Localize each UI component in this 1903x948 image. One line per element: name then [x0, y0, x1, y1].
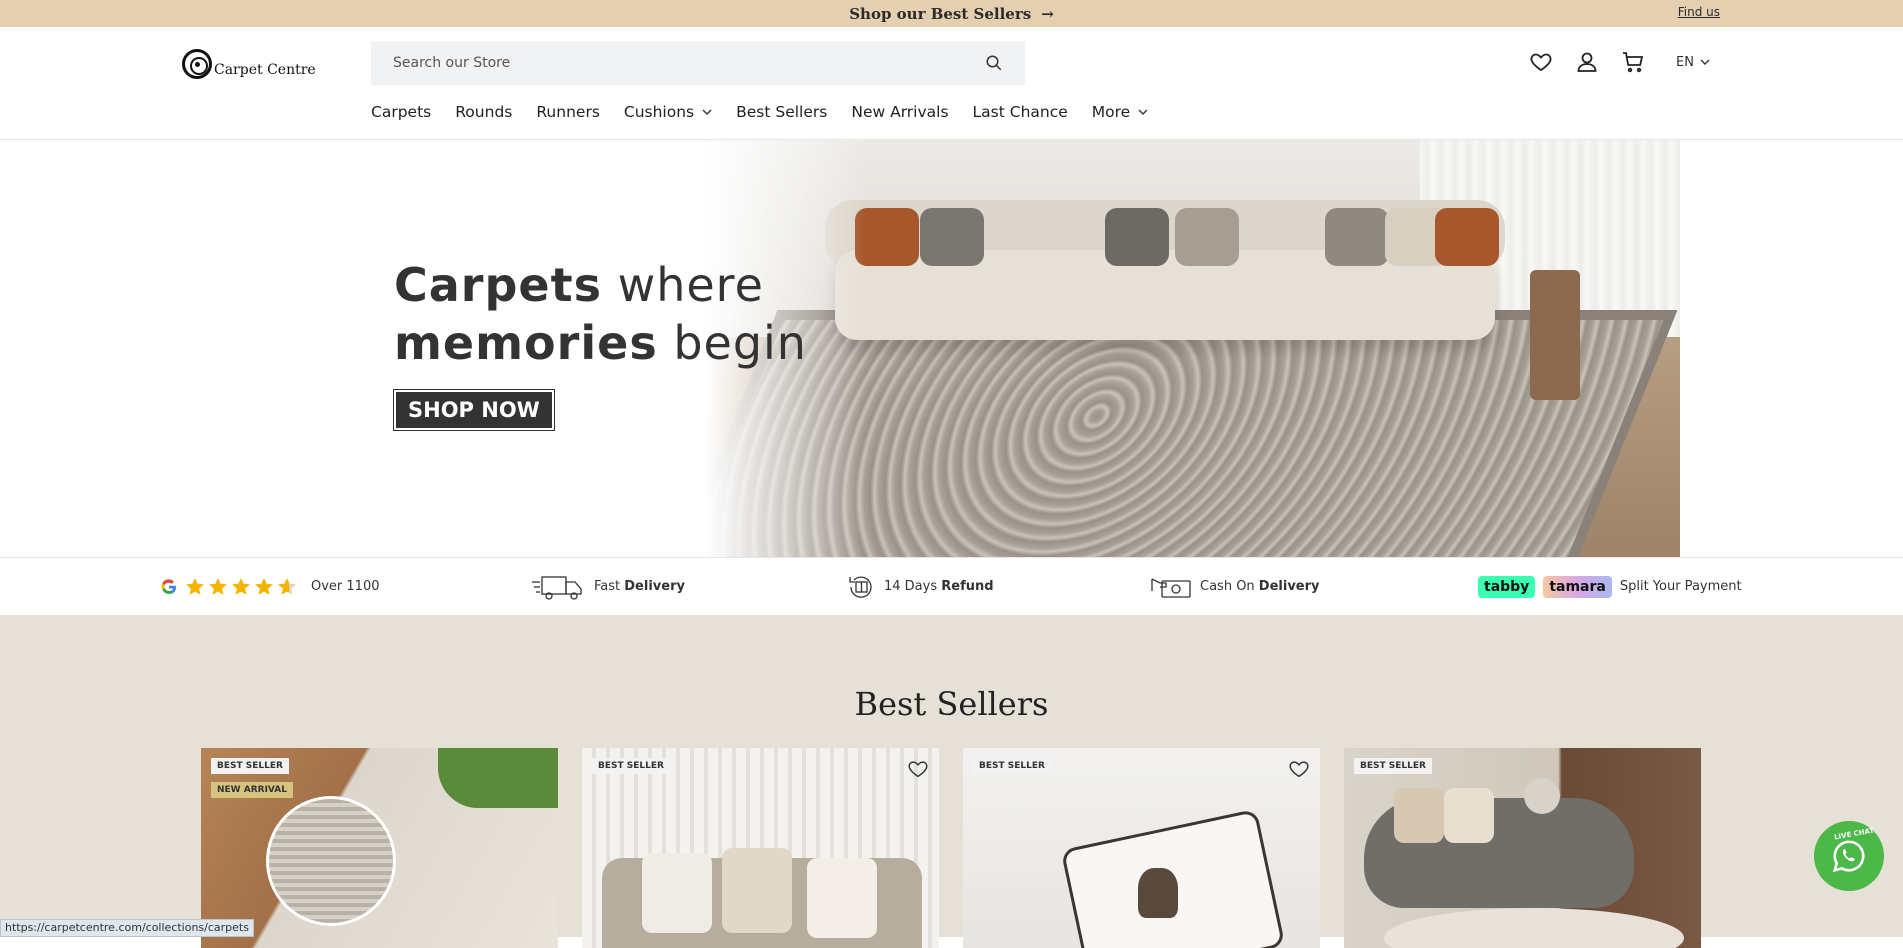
refund-bold: Refund — [941, 579, 994, 594]
best-seller-badge: BEST SELLER — [1354, 758, 1432, 774]
best-sellers-section: Best Sellers BEST SELLER NEW ARRIVAL BES… — [0, 615, 1903, 948]
hero-line2-bold: memories — [394, 316, 658, 370]
logo-mark-icon — [182, 49, 212, 79]
nav-label: Rounds — [455, 103, 513, 121]
cod-plain: Cash On — [1200, 579, 1259, 594]
google-icon — [161, 578, 176, 594]
tamara-logo: tamara — [1543, 575, 1612, 598]
fast-delivery: Fast Delivery — [532, 573, 685, 601]
star-icon — [232, 577, 250, 595]
reviews-badge[interactable]: Over 1100 — [161, 577, 380, 597]
status-bar-url: https://carpetcentre.com/collections/car… — [0, 919, 254, 937]
nav-item-more[interactable]: More — [1092, 103, 1148, 121]
best-seller-badge: BEST SELLER — [973, 758, 1051, 774]
nav-item-last-chance[interactable]: Last Chance — [973, 103, 1068, 121]
new-arrival-badge: NEW ARRIVAL — [211, 782, 293, 798]
refund-box-icon — [849, 575, 872, 598]
search-bar — [371, 41, 1025, 85]
product-card[interactable]: BEST SELLER — [963, 748, 1320, 948]
chevron-down-icon — [1700, 59, 1710, 65]
hero-image — [705, 140, 1680, 557]
wishlist-heart-icon[interactable] — [1288, 758, 1310, 780]
product-image — [963, 748, 1320, 948]
chevron-down-icon — [702, 109, 712, 115]
header-icons: EN — [1528, 49, 1710, 75]
wishlist-heart-icon[interactable] — [907, 758, 929, 780]
product-image — [582, 748, 939, 948]
language-selector[interactable]: EN — [1676, 55, 1710, 70]
split-payment[interactable]: tabby tamara Split Your Payment — [1478, 575, 1742, 598]
delivery-truck-icon — [532, 575, 582, 600]
announcement-bar: Shop our Best Sellers → Find us — [0, 0, 1903, 27]
nav-label: Last Chance — [972, 103, 1068, 121]
wishlist-heart-icon[interactable] — [1528, 49, 1554, 75]
star-icon — [186, 577, 204, 595]
trust-bar: Over 1100 Fast Delivery 14 Days Refund C… — [0, 557, 1903, 615]
product-card[interactable]: BEST SELLER — [1344, 748, 1701, 948]
best-seller-badge: BEST SELLER — [592, 758, 670, 774]
announcement-text: Shop our Best Sellers — [849, 4, 1032, 23]
cash-hand-icon — [1151, 577, 1191, 598]
best-seller-badge: BEST SELLER — [211, 758, 289, 774]
section-title: Best Sellers — [854, 685, 1049, 723]
language-label: EN — [1676, 54, 1694, 70]
nav-item-rounds[interactable]: Rounds — [455, 103, 512, 121]
nav-item-cushions[interactable]: Cushions — [624, 103, 712, 121]
nav-label: Best Sellers — [736, 103, 828, 121]
logo[interactable]: Carpet Centre — [182, 49, 316, 79]
find-us-link[interactable]: Find us — [1678, 5, 1720, 19]
refund-plain: 14 Days — [884, 579, 942, 594]
product-card[interactable]: BEST SELLER NEW ARRIVAL — [201, 748, 558, 948]
sofa-illustration — [825, 200, 1505, 350]
nav-label: New Arrivals — [851, 103, 949, 121]
hero-line2-rest: begin — [657, 316, 807, 370]
hero-headline: Carpets where memories begin — [394, 256, 807, 372]
split-payment-text: Split Your Payment — [1619, 579, 1742, 594]
nav-label: More — [1091, 103, 1131, 121]
chevron-down-icon — [1138, 109, 1148, 115]
announcement-link[interactable]: Shop our Best Sellers → — [849, 5, 1054, 23]
whatsapp-chat-button[interactable]: LIVE CHAT — [1814, 821, 1884, 891]
nav-item-runners[interactable]: Runners — [536, 103, 600, 121]
hero-banner[interactable]: Carpets where memories begin SHOP NOW — [0, 140, 1903, 557]
star-half-icon — [278, 577, 296, 595]
cash-on-delivery: Cash On Delivery — [1150, 573, 1320, 601]
nav-label: Cushions — [623, 103, 695, 121]
site-header: Carpet Centre EN Carpets Rounds Runners … — [0, 27, 1903, 140]
reviews-count: Over 1100 — [311, 579, 380, 594]
nav-label: Runners — [536, 103, 600, 121]
nav-item-new-arrivals[interactable]: New Arrivals — [851, 103, 948, 121]
search-input[interactable] — [393, 55, 985, 71]
arrow-right-icon: → — [1041, 4, 1054, 23]
nav-item-best-sellers[interactable]: Best Sellers — [736, 103, 827, 121]
account-user-icon[interactable] — [1574, 49, 1600, 75]
delivery-bold: Delivery — [624, 579, 685, 594]
hero-line1-bold: Carpets — [394, 258, 602, 312]
search-icon[interactable] — [985, 54, 1003, 72]
main-nav: Carpets Rounds Runners Cushions Best Sel… — [371, 103, 1172, 121]
nav-label: Carpets — [371, 103, 432, 121]
shop-now-button[interactable]: SHOP NOW — [393, 389, 555, 431]
delivery-plain: Fast — [594, 579, 625, 594]
cod-bold: Delivery — [1258, 579, 1320, 594]
hero-line1-rest: where — [601, 258, 764, 312]
product-image — [1344, 748, 1701, 948]
star-icon — [255, 577, 273, 595]
logo-text: Carpet Centre — [214, 62, 316, 78]
rating-stars — [185, 577, 297, 597]
hero-text: Carpets where memories begin SHOP NOW — [393, 256, 807, 431]
tabby-logo: tabby — [1478, 575, 1536, 598]
whatsapp-icon — [1832, 840, 1865, 873]
product-image — [201, 748, 558, 948]
product-card[interactable]: BEST SELLER — [582, 748, 939, 948]
star-icon — [209, 577, 227, 595]
cart-icon[interactable] — [1620, 49, 1646, 75]
refund-policy: 14 Days Refund — [846, 573, 994, 601]
nav-item-carpets[interactable]: Carpets — [371, 103, 431, 121]
